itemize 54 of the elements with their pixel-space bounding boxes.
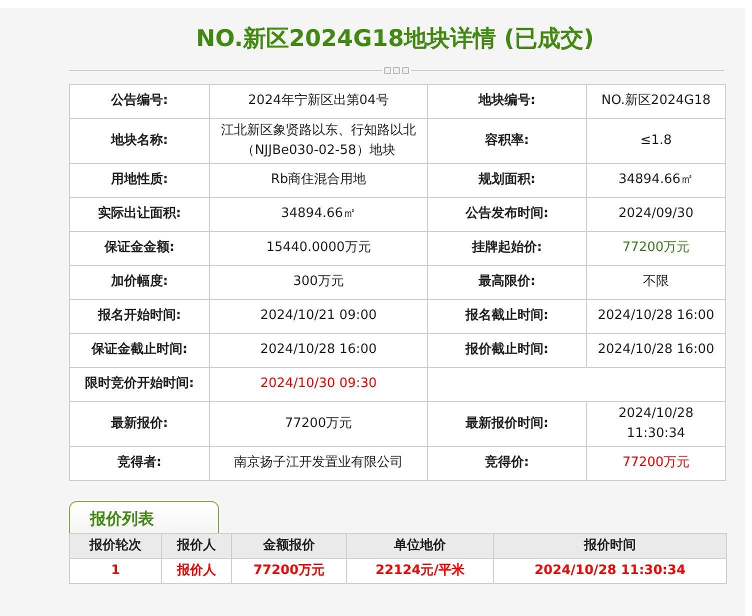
field-label: 保证金金额: — [70, 231, 210, 266]
table-cell: 报价人 — [162, 558, 232, 584]
field-value: NO.新区2024G18 — [586, 84, 726, 118]
field-label: 规划面积: — [428, 163, 586, 198]
column-header: 报价时间 — [494, 534, 726, 559]
field-value: 77200万元 — [210, 401, 428, 447]
field-value: 15440.0000万元 — [210, 231, 428, 266]
field-label: 报名开始时间: — [70, 299, 210, 334]
field-value: 2024/10/28 11:30:34 — [586, 401, 726, 447]
field-value: 不限 — [586, 265, 726, 300]
field-value: 34894.66㎡ — [586, 163, 726, 198]
field-label: 公告编号: — [70, 84, 210, 118]
field-label: 实际出让面积: — [70, 197, 210, 232]
table-cell: 1 — [70, 558, 162, 584]
field-value: 2024/10/28 16:00 — [586, 299, 726, 334]
field-value: 南京扬子江开发置业有限公司 — [210, 446, 428, 481]
field-value: 77200万元 — [586, 446, 726, 481]
field-value: 34894.66㎡ — [210, 197, 428, 232]
field-label: 地块名称: — [70, 118, 210, 164]
field-label: 最新报价时间: — [428, 401, 586, 447]
page-title: NO.新区2024G18地块详情 (已成交) — [196, 25, 594, 54]
field-value: ≤1.8 — [586, 118, 726, 164]
field-label: 限时竞价开始时间: — [70, 367, 210, 402]
field-label: 保证金截止时间: — [70, 333, 210, 368]
field-value: Rb商住混合用地 — [210, 163, 428, 198]
column-header: 报价人 — [162, 534, 232, 559]
field-value: 77200万元 — [586, 231, 726, 266]
column-header: 单位地价 — [346, 534, 494, 559]
field-value: 2024年宁新区出第04号 — [210, 84, 428, 118]
field-value: 2024/10/28 16:00 — [210, 333, 428, 368]
field-label: 容积率: — [428, 118, 586, 164]
table-cell: 22124元/平米 — [346, 558, 494, 584]
field-label: 用地性质: — [70, 163, 210, 198]
field-label: 竞得者: — [70, 446, 210, 481]
field-value: 2024/10/30 09:30 — [210, 367, 428, 402]
field-value: 江北新区象贤路以东、行知路以北（NJJBe030-02-58）地块 — [210, 118, 428, 164]
table-cell: 2024/10/28 11:30:34 — [494, 558, 726, 584]
column-header: 报价轮次 — [70, 534, 162, 559]
field-label: 竞得价: — [428, 446, 586, 481]
field-label: 挂牌起始价: — [428, 231, 586, 266]
field-label: 地块编号: — [428, 84, 586, 118]
field-value: 2024/10/28 16:00 — [586, 333, 726, 368]
field-value: 2024/10/21 09:00 — [210, 299, 428, 334]
field-label: 报名截止时间: — [428, 299, 586, 334]
bid-list-tab[interactable]: 报价列表 — [69, 501, 219, 534]
field-label: 最高限价: — [428, 265, 586, 300]
field-label: 最新报价: — [70, 401, 210, 447]
field-value: 2024/09/30 — [586, 197, 726, 232]
field-value: 300万元 — [210, 265, 428, 300]
table-cell: 77200万元 — [232, 558, 346, 584]
field-label: 公告发布时间: — [428, 197, 586, 232]
column-header: 金额报价 — [232, 534, 346, 559]
field-label: 报价截止时间: — [428, 333, 586, 368]
field-label: 加价幅度: — [70, 265, 210, 300]
